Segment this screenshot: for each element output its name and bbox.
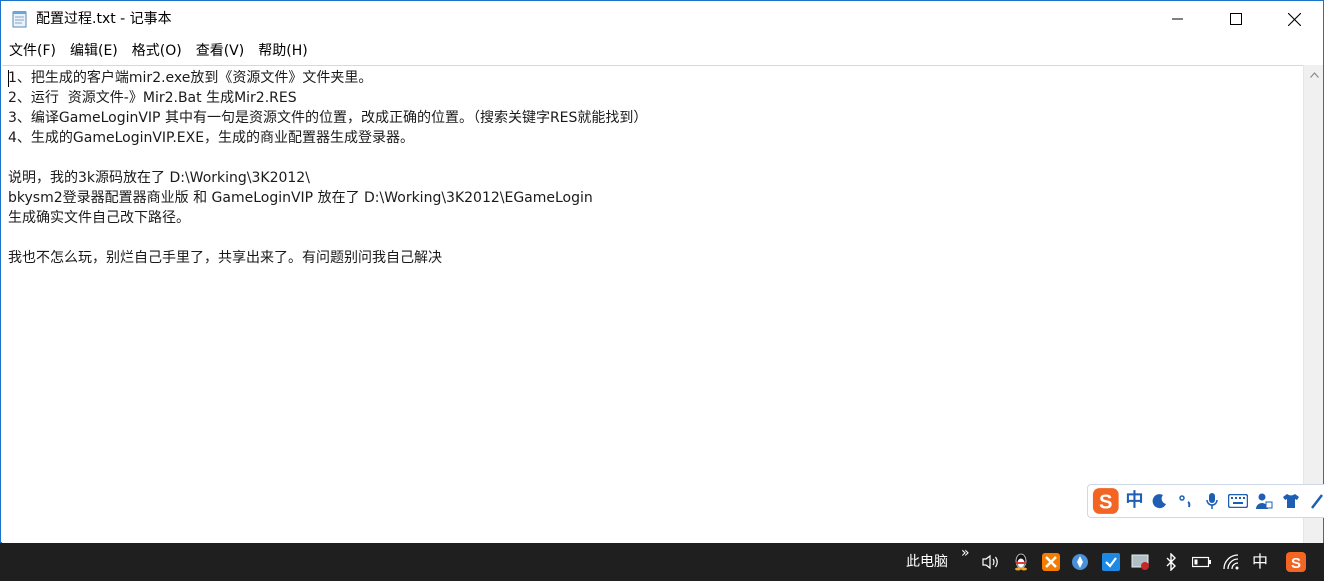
sogou-tray-icon[interactable]: S <box>1284 543 1308 581</box>
ime-mode-label[interactable]: 中 <box>1126 490 1144 512</box>
microphone-icon[interactable] <box>1202 490 1222 512</box>
scroll-up-button[interactable] <box>1304 65 1324 85</box>
chevron-up-icon <box>1309 72 1319 78</box>
title-bar[interactable]: 配置过程.txt - 记事本 <box>1 1 1323 37</box>
svg-text:S: S <box>1291 555 1301 572</box>
text-editor-area[interactable]: 1、把生成的客户端mir2.exe放到《资源文件》文件夹里。 2、运行 资源文件… <box>2 65 1303 543</box>
app-blue-icon[interactable] <box>1068 543 1092 581</box>
taskbar: 此电脑 » 中 S <box>0 543 1324 581</box>
menu-view[interactable]: 查看(V) <box>189 40 252 62</box>
menu-file[interactable]: 文件(F) <box>1 40 63 62</box>
sogou-logo-icon[interactable]: S <box>1092 486 1120 516</box>
window-title: 配置过程.txt - 记事本 <box>36 11 172 27</box>
close-icon <box>1287 12 1301 26</box>
moon-icon[interactable] <box>1150 490 1170 512</box>
punctuation-icon[interactable] <box>1176 490 1196 512</box>
ime-toolbar[interactable]: S 中 <box>1087 484 1324 518</box>
app-check-icon[interactable] <box>1099 543 1123 581</box>
speaker-icon[interactable] <box>979 543 1003 581</box>
tools-icon[interactable] <box>1307 490 1324 512</box>
svg-text:S: S <box>1099 491 1112 513</box>
keyboard-icon[interactable] <box>1228 490 1249 512</box>
wifi-icon[interactable] <box>1220 543 1244 581</box>
minimize-button[interactable] <box>1149 1 1207 37</box>
toolbar-expand-chevron[interactable]: » <box>961 545 970 561</box>
menu-edit[interactable]: 编辑(E) <box>63 40 125 62</box>
vertical-scrollbar[interactable] <box>1303 65 1323 543</box>
qq-penguin-icon[interactable] <box>1009 543 1033 581</box>
user-icon[interactable] <box>1254 490 1274 512</box>
input-language-indicator[interactable]: 中 <box>1252 552 1268 572</box>
maximize-icon <box>1230 13 1242 25</box>
bluetooth-icon[interactable] <box>1159 543 1183 581</box>
battery-icon[interactable] <box>1190 543 1214 581</box>
notepad-app-icon[interactable] <box>12 10 29 28</box>
menu-format[interactable]: 格式(O) <box>125 40 189 62</box>
maximize-button[interactable] <box>1207 1 1265 37</box>
document-text[interactable]: 1、把生成的客户端mir2.exe放到《资源文件》文件夹里。 2、运行 资源文件… <box>8 68 647 268</box>
menu-help[interactable]: 帮助(H) <box>251 40 314 62</box>
minimize-icon <box>1172 18 1183 20</box>
shirt-icon[interactable] <box>1281 490 1301 512</box>
close-button[interactable] <box>1265 1 1323 37</box>
notepad-window: 配置过程.txt - 记事本 文件(F) 编辑(E) 格式(O) 查看(V) 帮… <box>0 0 1324 543</box>
text-caret <box>8 70 9 87</box>
xampp-icon[interactable] <box>1039 543 1063 581</box>
menu-bar: 文件(F) 编辑(E) 格式(O) 查看(V) 帮助(H) <box>1 39 315 63</box>
app-screen-icon[interactable] <box>1129 543 1153 581</box>
this-pc-toolbar-label[interactable]: 此电脑 <box>906 552 948 572</box>
